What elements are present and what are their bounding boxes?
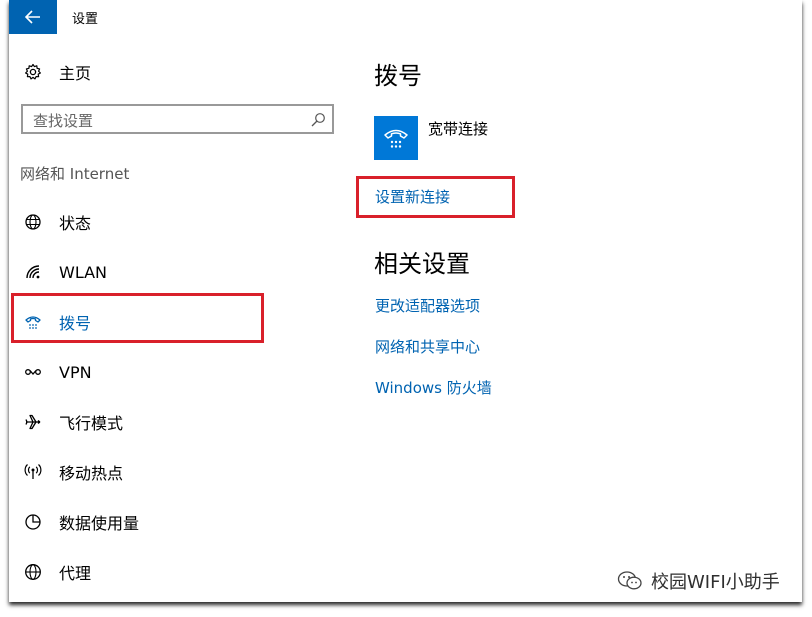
- sidebar-item-label: WLAN: [59, 262, 108, 282]
- sidebar-item-label: 移动热点: [59, 464, 124, 483]
- sidebar-item-label: 代理: [59, 564, 92, 583]
- dialup-icon: [384, 129, 408, 148]
- search-icon: [311, 113, 325, 127]
- watermark: 校园WIFI小助手: [617, 568, 780, 594]
- chat-bubbles-icon: [617, 571, 642, 590]
- proxy-globe-icon: [23, 562, 43, 582]
- sidebar-item-label: 状态: [59, 214, 92, 233]
- sidebar-item-home[interactable]: 主页: [9, 52, 309, 92]
- vpn-icon: [23, 362, 43, 382]
- settings-window: 设置 主页 查找设置 网络和 Internet 状态 WLAN 拨号 VPN 飞…: [9, 0, 802, 602]
- sidebar-item-mobile-hotspot[interactable]: 移动热点: [9, 452, 309, 492]
- airplane-icon: [23, 412, 43, 432]
- highlight-box-dialup: [11, 293, 264, 343]
- search-input[interactable]: 查找设置: [21, 104, 334, 134]
- sidebar-item-label: 数据使用量: [59, 514, 140, 533]
- sidebar-item-airplane-mode[interactable]: 飞行模式: [9, 402, 309, 442]
- search-placeholder: 查找设置: [33, 112, 94, 130]
- sidebar-item-label: 飞行模式: [59, 414, 124, 433]
- hotspot-icon: [23, 462, 43, 482]
- data-usage-icon: [23, 512, 43, 532]
- watermark-text: 校园WIFI小助手: [651, 572, 780, 593]
- sidebar-item-label: 主页: [59, 64, 92, 83]
- gear-icon: [23, 62, 43, 82]
- window-title: 设置: [72, 12, 99, 27]
- network-sharing-center-link[interactable]: 网络和共享中心: [375, 336, 480, 357]
- back-button[interactable]: [9, 0, 57, 34]
- sidebar-item-status[interactable]: 状态: [9, 202, 309, 242]
- windows-firewall-link[interactable]: Windows 防火墙: [375, 377, 492, 398]
- sidebar-item-label: VPN: [59, 362, 92, 382]
- connection-name[interactable]: 宽带连接: [428, 118, 488, 139]
- status-globe-icon: [23, 212, 43, 232]
- wifi-icon: [23, 262, 43, 282]
- sidebar-item-proxy[interactable]: 代理: [9, 552, 309, 592]
- section-heading: 网络和 Internet: [20, 165, 130, 183]
- title-bar: 设置: [9, 0, 802, 34]
- connection-tile[interactable]: [374, 116, 418, 160]
- sidebar-item-data-usage[interactable]: 数据使用量: [9, 502, 309, 542]
- change-adapter-options-link[interactable]: 更改适配器选项: [375, 295, 480, 316]
- setup-new-connection-link[interactable]: 设置新连接: [375, 186, 450, 207]
- page-title: 拨号: [374, 62, 422, 90]
- sidebar-item-vpn[interactable]: VPN: [9, 352, 309, 392]
- related-settings-heading: 相关设置: [374, 250, 470, 278]
- sidebar-item-wlan[interactable]: WLAN: [9, 252, 309, 292]
- back-arrow-icon: [25, 10, 40, 24]
